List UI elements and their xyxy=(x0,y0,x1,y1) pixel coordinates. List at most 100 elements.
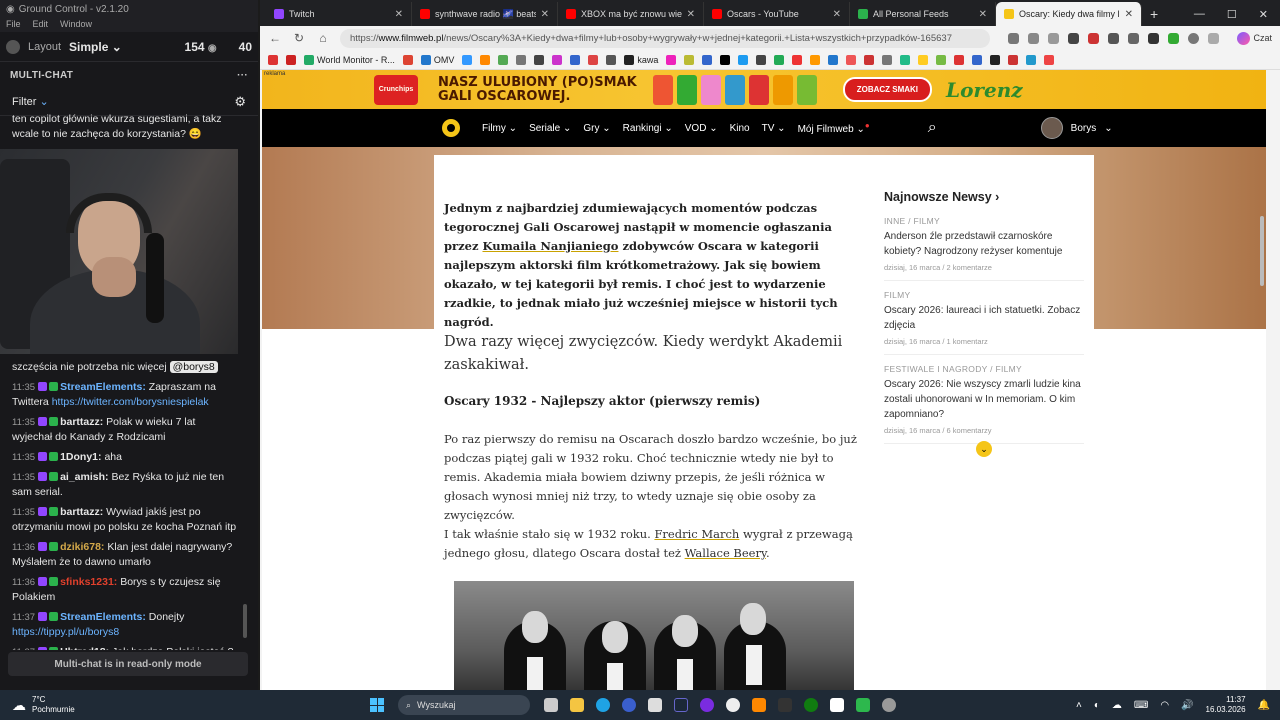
chat-username[interactable]: Uhtred18: xyxy=(60,646,109,650)
nav-vod[interactable]: VOD ⌄ xyxy=(685,123,718,134)
bookmark-icon[interactable] xyxy=(268,54,278,65)
search-icon[interactable]: ⌕ xyxy=(928,119,937,137)
close-tab-icon[interactable]: ✕ xyxy=(979,9,987,20)
bookmark-icon[interactable] xyxy=(972,54,983,65)
store-icon[interactable] xyxy=(648,698,662,712)
news-headline[interactable]: Oscary 2026: laureaci i ich statuetki. Z… xyxy=(884,303,1084,333)
chat-scrollbar[interactable] xyxy=(243,604,247,638)
bookmark-icon[interactable] xyxy=(918,54,929,65)
close-tab-icon[interactable]: ✕ xyxy=(833,9,841,20)
browser-tab[interactable]: Oscary: Kiedy dwa filmy lub osob ✕ xyxy=(996,2,1142,26)
bookmark-icon[interactable] xyxy=(1008,54,1019,65)
extension-icon[interactable] xyxy=(1068,32,1079,44)
browser-tab[interactable]: synthwave radio 🌌 beats to ✕ xyxy=(412,2,558,26)
bookmark-icon[interactable] xyxy=(462,54,473,65)
bookmark-icon[interactable] xyxy=(954,54,965,65)
bookmark-icon[interactable] xyxy=(498,54,509,65)
bookmark-icon[interactable] xyxy=(570,54,581,65)
bookmark-icon[interactable] xyxy=(1026,54,1037,65)
news-item[interactable]: FESTIWALE I NAGRODY / FILMY Oscary 2026: … xyxy=(884,364,1084,444)
chat-username[interactable]: dziki678: xyxy=(60,541,104,553)
extension-icon[interactable] xyxy=(1128,32,1139,44)
bookmark-icon[interactable] xyxy=(588,54,599,65)
chat-username[interactable]: StreamElements: xyxy=(60,381,146,393)
bookmark-icon[interactable] xyxy=(720,54,731,65)
browser-tab[interactable]: Twitch ✕ xyxy=(266,2,412,26)
menu-edit[interactable]: Edit xyxy=(33,19,49,31)
close-tab-icon[interactable]: ✕ xyxy=(395,9,403,20)
nav-moj-filmweb[interactable]: Mój Filmweb ⌄● xyxy=(798,121,870,135)
start-icon[interactable] xyxy=(370,698,384,712)
chat-username[interactable]: barttazz: xyxy=(60,506,103,518)
close-tab-icon[interactable]: ✕ xyxy=(687,9,695,20)
file-explorer-icon[interactable] xyxy=(570,698,584,712)
chat-username[interactable]: sfinks1231: xyxy=(60,576,117,588)
browser-tab[interactable]: Oscars - YouTube ✕ xyxy=(704,2,850,26)
bookmark-icon[interactable] xyxy=(606,54,617,65)
user-avatar-icon[interactable] xyxy=(6,39,20,54)
new-tab-icon[interactable]: + xyxy=(1150,6,1158,22)
bookmark-icon[interactable] xyxy=(702,54,713,65)
browser-tab[interactable]: All Personal Feeds ✕ xyxy=(850,2,996,26)
bookmark-icon[interactable] xyxy=(286,54,296,65)
extension-icon[interactable] xyxy=(1008,32,1019,44)
reload-icon[interactable]: ↻ xyxy=(292,31,306,45)
app-icon[interactable] xyxy=(882,698,896,712)
bookmark-omv[interactable]: OMV xyxy=(420,54,454,65)
bookmark-icon[interactable] xyxy=(756,54,767,65)
bookmark-icon[interactable] xyxy=(402,54,413,65)
bookmark-icon[interactable] xyxy=(534,54,545,65)
extension-icon[interactable] xyxy=(1108,32,1119,44)
extension-icon[interactable] xyxy=(1028,32,1039,44)
bookmark-icon[interactable] xyxy=(936,54,947,65)
bookmark-icon[interactable] xyxy=(864,54,875,65)
app-tray-icon[interactable]: ◐ xyxy=(1094,700,1100,711)
scroll-down-icon[interactable]: ⌄ xyxy=(976,441,992,457)
news-category[interactable]: FESTIWALE I NAGRODY / FILMY xyxy=(884,364,1084,374)
bookmark-icon[interactable] xyxy=(552,54,563,65)
url-field[interactable]: https://www.filmweb.pl/news/Oscary%3A+Ki… xyxy=(340,28,990,48)
bookmark-icon[interactable] xyxy=(846,54,857,65)
nav-gry[interactable]: Gry ⌄ xyxy=(583,123,610,134)
chat-link[interactable]: https://tippy.pl/u/borys8 xyxy=(12,626,119,638)
app-icon[interactable] xyxy=(622,698,636,712)
bookmark-icon[interactable] xyxy=(774,54,785,65)
nav-rankingi[interactable]: Rankingi ⌄ xyxy=(623,123,673,134)
app-icon[interactable] xyxy=(830,698,844,712)
bookmark-icon[interactable] xyxy=(684,54,695,65)
ad-cta-button[interactable]: ZOBACZ SMAKI xyxy=(842,77,933,102)
sidebar-title[interactable]: Najnowsze Newsy › xyxy=(884,190,1084,204)
nav-filmy[interactable]: Filmy ⌄ xyxy=(482,123,517,134)
volume-icon[interactable]: 🔊 xyxy=(1181,700,1193,711)
bookmark-world-monitor[interactable]: World Monitor - R... xyxy=(304,54,395,65)
ad-banner[interactable]: reklama Crunchips NASZ ULUBIONY (PO)SMAK… xyxy=(262,70,1266,109)
bookmark-icon[interactable] xyxy=(792,54,803,65)
bookmark-icon[interactable] xyxy=(738,54,749,65)
nav-seriale[interactable]: Seriale ⌄ xyxy=(529,123,571,134)
bookmark-icon[interactable] xyxy=(828,54,839,65)
maps-icon[interactable] xyxy=(726,698,740,712)
edge-icon[interactable] xyxy=(596,698,610,712)
nav-tv[interactable]: TV ⌄ xyxy=(762,123,786,134)
profile-icon[interactable] xyxy=(1188,32,1199,44)
article-photo[interactable] xyxy=(454,581,854,690)
menu-file[interactable]: File xyxy=(6,19,21,31)
news-category[interactable]: INNE / FILMY xyxy=(884,216,1084,226)
bookmark-icon[interactable] xyxy=(480,54,491,65)
chevron-up-icon[interactable]: ˄ xyxy=(1076,700,1082,711)
page-scrollbar[interactable] xyxy=(1260,216,1264,286)
link-wallace-beery[interactable]: Wallace Beery xyxy=(685,546,766,560)
user-menu[interactable]: Borys ⌄ xyxy=(1040,117,1113,139)
app-icon[interactable] xyxy=(856,698,870,712)
back-icon[interactable]: ← xyxy=(268,31,282,45)
layout-select[interactable]: Simple ⌄ xyxy=(69,40,122,54)
minimize-icon[interactable]: — xyxy=(1194,8,1205,21)
bookmark-icon[interactable] xyxy=(900,54,911,65)
chat-username[interactable]: ai_amish: xyxy=(60,471,108,483)
news-category[interactable]: FILMY xyxy=(884,290,1084,300)
bookmark-icon[interactable] xyxy=(810,54,821,65)
home-icon[interactable]: ⌂ xyxy=(316,31,330,45)
notification-icon[interactable]: 🔔 xyxy=(1258,700,1270,711)
close-tab-icon[interactable]: ✕ xyxy=(541,9,549,20)
weather-widget[interactable]: ☁ 7°C Pochmurnie xyxy=(0,695,250,715)
